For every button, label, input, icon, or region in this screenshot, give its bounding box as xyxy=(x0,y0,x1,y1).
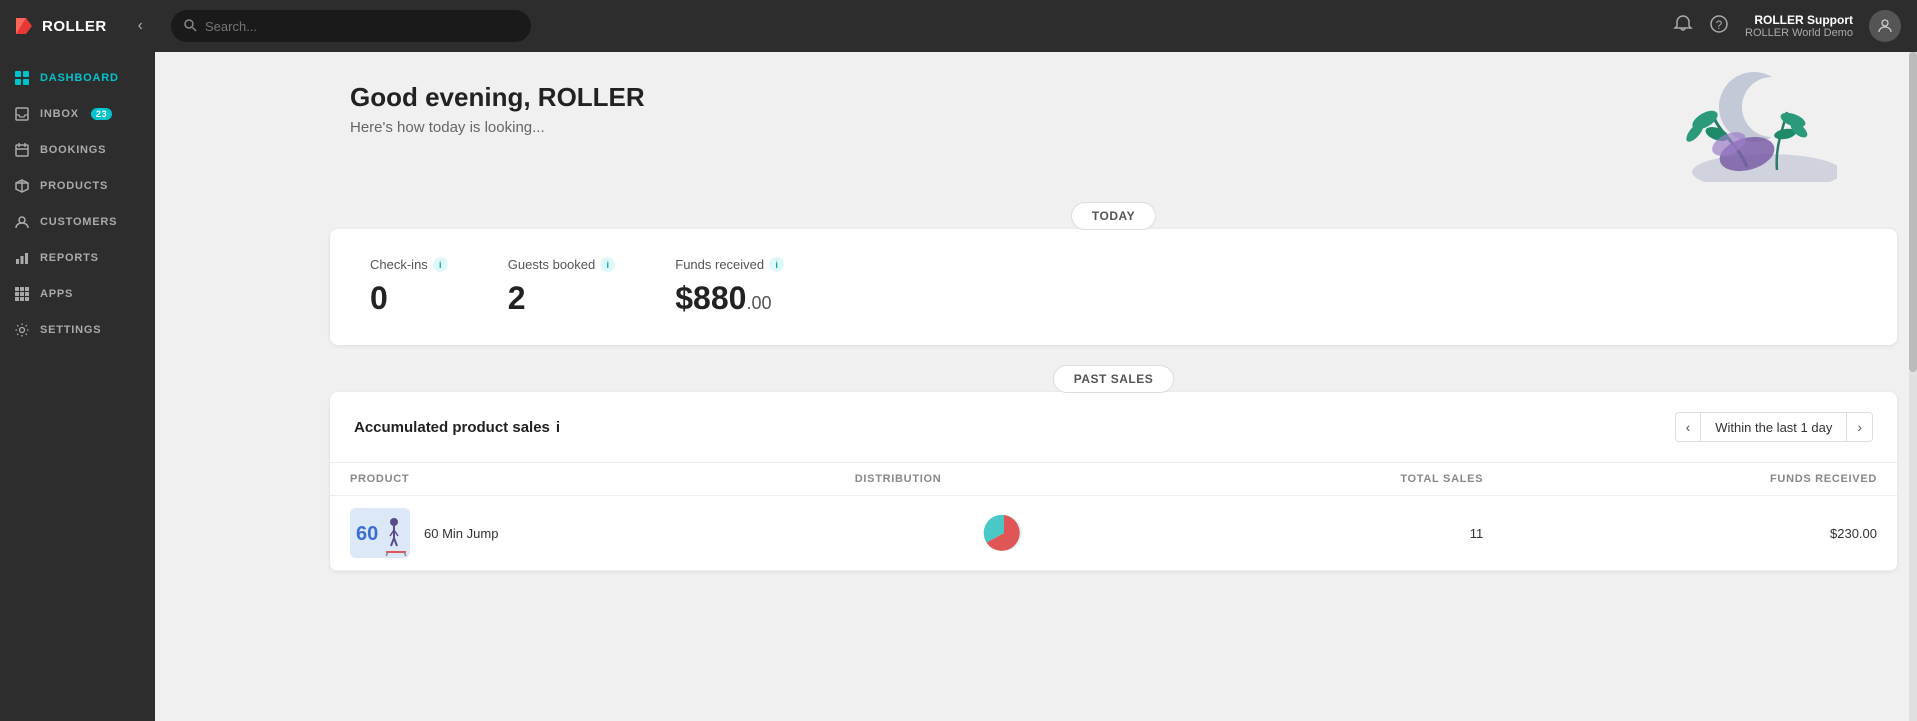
product-cell: 60 xyxy=(330,496,835,571)
scrollbar-track xyxy=(1909,52,1917,721)
logo[interactable]: ROLLER xyxy=(12,14,107,38)
funds-received-stat: Funds received i $880.00 xyxy=(675,257,784,317)
table-row: 60 xyxy=(330,496,1897,571)
topbar-right: ? ROLLER Support ROLLER World Demo xyxy=(1673,10,1901,42)
sidebar-item-label: CUSTOMERS xyxy=(40,216,117,228)
past-sales-pill[interactable]: PAST SALES xyxy=(1053,365,1174,393)
guests-info-icon[interactable]: i xyxy=(600,257,615,272)
product-table: PRODUCT DISTRIBUTION TOTAL SALES FUNDS R… xyxy=(330,462,1897,571)
topbar: ? ROLLER Support ROLLER World Demo xyxy=(155,0,1917,52)
past-sales-pill-wrapper: PAST SALES xyxy=(310,365,1917,393)
col-funds-received: FUNDS RECEIVED xyxy=(1503,463,1897,496)
funds-info-icon[interactable]: i xyxy=(769,257,784,272)
date-next-button[interactable]: › xyxy=(1846,413,1872,441)
svg-text:60: 60 xyxy=(356,523,378,545)
funds-received-value: $880.00 xyxy=(675,280,784,317)
dashboard-icon xyxy=(14,70,30,86)
sidebar-item-dashboard[interactable]: DASHBOARD xyxy=(0,60,155,96)
today-pill[interactable]: TODAY xyxy=(1071,202,1156,230)
col-product: PRODUCT xyxy=(330,463,835,496)
stats-card: Check-ins i 0 Guests booked i 2 Funds re… xyxy=(330,229,1897,345)
distribution-cell xyxy=(835,496,1174,571)
product-thumbnail: 60 xyxy=(350,508,410,558)
checkins-stat: Check-ins i 0 xyxy=(370,257,448,317)
user-avatar[interactable] xyxy=(1869,10,1901,42)
sidebar: ROLLER ‹ DASHBOARD INBOX 23 xyxy=(0,0,155,721)
inbox-badge: 23 xyxy=(91,108,113,120)
total-sales-cell: 11 xyxy=(1174,496,1503,571)
table-header-row: PRODUCT DISTRIBUTION TOTAL SALES FUNDS R… xyxy=(330,463,1897,496)
sidebar-item-label: APPS xyxy=(40,288,73,300)
notification-icon[interactable] xyxy=(1673,14,1693,39)
settings-icon xyxy=(14,322,30,338)
sidebar-item-label: PRODUCTS xyxy=(40,180,108,192)
sidebar-header: ROLLER ‹ xyxy=(0,0,155,52)
sidebar-item-label: BOOKINGS xyxy=(40,144,106,156)
checkins-value: 0 xyxy=(370,280,448,317)
sidebar-item-inbox[interactable]: INBOX 23 xyxy=(0,96,155,132)
col-total-sales: TOTAL SALES xyxy=(1174,463,1503,496)
guests-booked-value: 2 xyxy=(508,280,615,317)
product-sales-header: Accumulated product sales i ‹ Within the… xyxy=(330,392,1897,462)
sidebar-item-label: DASHBOARD xyxy=(40,72,119,84)
svg-text:?: ? xyxy=(1716,18,1723,32)
product-sales-info-icon[interactable]: i xyxy=(556,419,560,436)
product-sales-card: Accumulated product sales i ‹ Within the… xyxy=(330,392,1897,571)
col-distribution: DISTRIBUTION xyxy=(835,463,1174,496)
logo-text: ROLLER xyxy=(42,18,107,35)
user-venue: ROLLER World Demo xyxy=(1745,27,1853,39)
sidebar-item-label: REPORTS xyxy=(40,252,99,264)
search-input[interactable] xyxy=(205,19,519,34)
funds-received-label: Funds received i xyxy=(675,257,784,272)
sidebar-item-settings[interactable]: SETTINGS xyxy=(0,312,155,348)
sidebar-item-customers[interactable]: CUSTOMERS xyxy=(0,204,155,240)
main-content: Good evening, ROLLER Here's how today is… xyxy=(310,52,1917,721)
today-pill-wrapper: TODAY xyxy=(310,202,1917,230)
hero-section: Good evening, ROLLER Here's how today is… xyxy=(310,52,1917,192)
product-sales-title: Accumulated product sales i xyxy=(354,419,560,436)
product-name: 60 Min Jump xyxy=(424,526,498,541)
reports-icon xyxy=(14,250,30,266)
apps-icon xyxy=(14,286,30,302)
checkins-label: Check-ins i xyxy=(370,257,448,272)
sidebar-nav: DASHBOARD INBOX 23 BOOKINGS PRODUCTS C xyxy=(0,52,155,348)
sidebar-toggle-icon[interactable]: ‹ xyxy=(138,17,143,35)
search-icon xyxy=(183,18,197,35)
sidebar-item-reports[interactable]: REPORTS xyxy=(0,240,155,276)
hero-illustration xyxy=(1617,62,1837,182)
sidebar-item-apps[interactable]: APPS xyxy=(0,276,155,312)
funds-received-cell: $230.00 xyxy=(1503,496,1897,571)
customers-icon xyxy=(14,214,30,230)
sidebar-item-label: SETTINGS xyxy=(40,324,101,336)
sidebar-item-label: INBOX xyxy=(40,108,79,120)
checkins-info-icon[interactable]: i xyxy=(433,257,448,272)
search-container[interactable] xyxy=(171,10,531,42)
date-range-label: Within the last 1 day xyxy=(1701,414,1846,441)
help-icon[interactable]: ? xyxy=(1709,14,1729,39)
user-info: ROLLER Support ROLLER World Demo xyxy=(1745,13,1853,39)
sidebar-item-bookings[interactable]: BOOKINGS xyxy=(0,132,155,168)
scrollbar-thumb[interactable] xyxy=(1909,52,1917,372)
bookings-icon xyxy=(14,142,30,158)
date-prev-button[interactable]: ‹ xyxy=(1676,413,1702,441)
guests-booked-stat: Guests booked i 2 xyxy=(508,257,615,317)
guests-booked-label: Guests booked i xyxy=(508,257,615,272)
user-name: ROLLER Support xyxy=(1754,13,1853,27)
sidebar-item-products[interactable]: PRODUCTS xyxy=(0,168,155,204)
inbox-icon xyxy=(14,106,30,122)
products-icon xyxy=(14,178,30,194)
date-navigator: ‹ Within the last 1 day › xyxy=(1675,412,1873,442)
